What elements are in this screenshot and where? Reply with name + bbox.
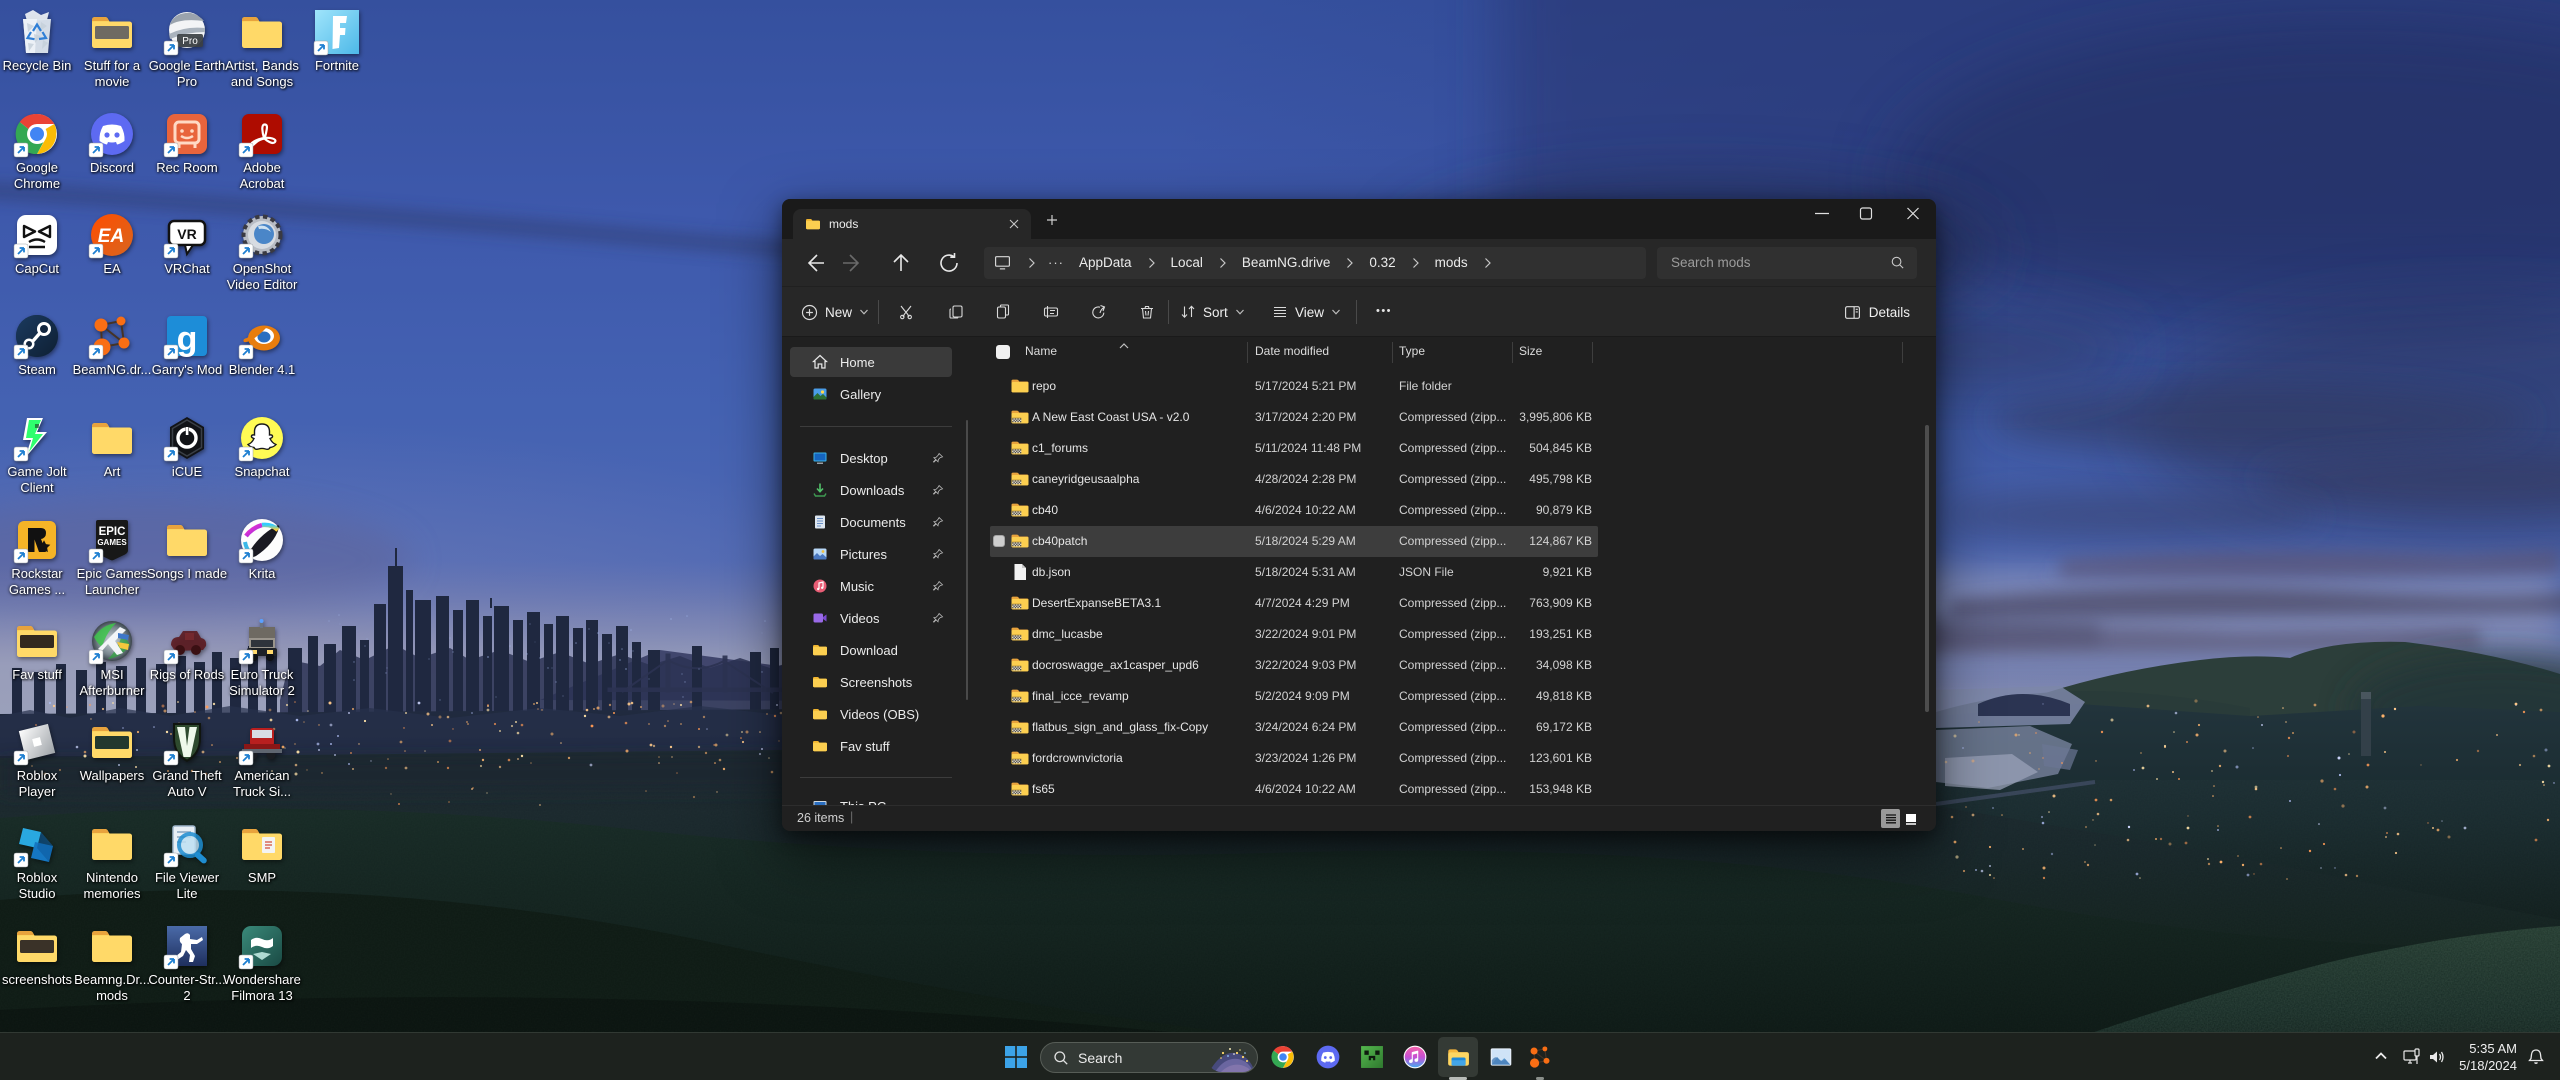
svg-text:VR: VR [177,226,196,242]
svg-text:g: g [177,320,198,358]
svg-text:GAMES: GAMES [97,538,127,547]
svg-text:EPIC: EPIC [99,526,126,538]
svg-text:Pro: Pro [182,36,198,47]
